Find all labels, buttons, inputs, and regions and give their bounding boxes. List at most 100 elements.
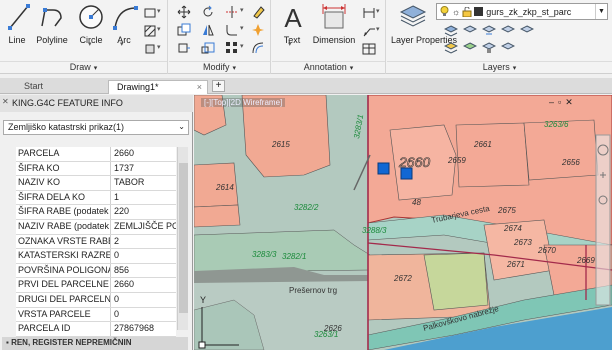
property-row[interactable]: ŠIFRA DELA KO 1 <box>16 190 176 206</box>
property-row[interactable]: KATASTERSKI RAZRED 0 <box>16 249 176 264</box>
properties-scrollbar[interactable] <box>177 147 188 330</box>
layer-merge-icon[interactable] <box>501 41 515 55</box>
make-current-layer-icon[interactable] <box>444 24 458 38</box>
leader-dropdown-icon[interactable]: ▾ <box>376 25 380 33</box>
property-row[interactable]: NAZIV RABE (podatek vZEMLJIŠČE POD <box>16 219 176 235</box>
property-row[interactable]: OZNAKA VRSTE RABE (2 <box>16 234 176 250</box>
leader-icon[interactable] <box>362 24 376 38</box>
property-value[interactable]: 220 <box>111 205 176 219</box>
match-layer-icon[interactable] <box>444 41 458 55</box>
parcel[interactable] <box>241 95 331 178</box>
cadastral-map[interactable]: 2615 2614 2660 2661 2659 2656 2675 2674 … <box>194 95 612 350</box>
offset-icon[interactable] <box>251 41 265 55</box>
parcel[interactable] <box>523 119 599 181</box>
property-value[interactable]: 1737 <box>111 161 176 176</box>
dimension-tool[interactable]: Dimension <box>310 2 358 45</box>
lightbulb-icon[interactable] <box>440 6 449 17</box>
tab-drawing1[interactable]: Drawing1* × <box>108 80 208 94</box>
property-value[interactable]: TABOR <box>111 176 176 190</box>
layer-off-icon[interactable] <box>463 24 477 38</box>
hatch-icon[interactable] <box>143 24 157 38</box>
fillet-icon[interactable] <box>225 23 239 37</box>
property-value[interactable]: 2660 <box>111 278 176 292</box>
property-value[interactable]: 27867968 <box>111 322 176 336</box>
erase-icon[interactable] <box>251 5 265 19</box>
polyline-tool[interactable]: Polyline <box>34 2 70 45</box>
property-value[interactable]: 2 <box>111 234 176 249</box>
region-icon[interactable] <box>143 42 157 56</box>
sun-icon[interactable]: ☼ <box>452 7 460 17</box>
layers-panel-label[interactable]: Layers ▾ <box>387 62 612 72</box>
linear-dimension-icon[interactable] <box>362 6 376 20</box>
layer-dropdown[interactable]: ☼ gurs_zk_zkp_st_parc ▼ <box>436 3 608 20</box>
layer-walk-icon[interactable] <box>501 24 515 38</box>
array-dropdown-icon[interactable]: ▾ <box>240 42 244 50</box>
viewport-window-controls[interactable]: –▫✕ <box>549 97 577 108</box>
property-value[interactable]: 856 <box>111 263 176 278</box>
tab-start[interactable]: Start <box>16 80 51 94</box>
property-row[interactable]: DRUGI DEL PARCELNE 0 <box>16 292 176 308</box>
chevron-down-icon[interactable]: ▼ <box>595 4 607 19</box>
rectangle-dropdown-icon[interactable]: ▾ <box>157 7 161 15</box>
layer-isolate-icon[interactable] <box>463 41 477 55</box>
property-value[interactable]: 2660 <box>111 147 176 161</box>
property-row[interactable]: POVRŠINA POLIGONA 856 <box>16 263 176 279</box>
property-value[interactable]: 1 <box>111 190 176 205</box>
region-dropdown-icon[interactable]: ▾ <box>157 43 161 51</box>
move-icon[interactable] <box>177 5 191 19</box>
text-dropdown-icon[interactable]: ▾ <box>288 40 292 48</box>
trim-dropdown-icon[interactable]: ▾ <box>240 6 244 14</box>
unlock-icon[interactable] <box>462 6 472 17</box>
property-value[interactable]: 0 <box>111 292 176 307</box>
parcel[interactable] <box>455 122 530 188</box>
rotate-icon[interactable] <box>201 5 215 19</box>
explode-icon[interactable] <box>251 23 265 37</box>
table-icon[interactable] <box>362 42 376 56</box>
layer-freeze-icon[interactable] <box>482 24 496 38</box>
line-tool[interactable]: Line <box>4 2 30 45</box>
property-row[interactable]: PARCELA ID 27867968 <box>16 322 176 337</box>
property-row[interactable]: ŠIFRA RABE (podatek v 220 <box>16 205 176 220</box>
rectangle-icon[interactable] <box>143 6 157 20</box>
property-value[interactable]: 0 <box>111 249 176 263</box>
close-icon[interactable]: × <box>197 82 202 92</box>
stretch-icon[interactable] <box>177 41 191 55</box>
hatch-dropdown-icon[interactable]: ▾ <box>157 25 161 33</box>
property-value[interactable]: 0 <box>111 307 176 322</box>
copy-icon[interactable] <box>177 23 191 37</box>
property-row[interactable]: NAZIV KO TABOR <box>16 176 176 191</box>
layer-lock-icon[interactable] <box>482 41 496 55</box>
trim-icon[interactable] <box>225 5 239 19</box>
mirror-icon[interactable] <box>201 23 215 37</box>
text-tool[interactable]: A Text ▾ <box>278 2 306 48</box>
selection-grip[interactable] <box>377 162 390 175</box>
parcel[interactable] <box>194 204 241 228</box>
arc-tool[interactable]: Arc ▾ <box>110 2 138 48</box>
draw-panel-label[interactable]: Draw ▾ <box>0 62 167 72</box>
property-row[interactable]: PARCELA 2660 <box>16 147 176 162</box>
layer-previous-icon[interactable] <box>520 24 534 38</box>
parcel[interactable] <box>423 252 489 311</box>
new-tab-button[interactable]: + <box>212 80 225 92</box>
linear-dimension-dropdown-icon[interactable]: ▾ <box>376 7 380 15</box>
viewport-controls[interactable]: [-][Top][2D Wireframe] <box>201 98 286 107</box>
dataset-dropdown[interactable]: Zemljiško katastrski prikaz(1) ⌄ <box>3 120 189 135</box>
circle-tool[interactable]: Circle ▾ <box>76 2 106 48</box>
modify-panel-label[interactable]: Modify ▾ <box>169 62 270 72</box>
drawing-canvas[interactable]: 2615 2614 2660 2661 2659 2656 2675 2674 … <box>194 95 612 350</box>
navigation-bar[interactable] <box>595 134 611 306</box>
property-value[interactable]: ZEMLJIŠČE POD <box>111 219 176 234</box>
arc-dropdown-icon[interactable]: ▾ <box>120 40 124 48</box>
property-row[interactable]: VRSTA PARCELE 0 <box>16 307 176 323</box>
array-icon[interactable] <box>225 41 239 55</box>
annotation-panel-label[interactable]: Annotation ▾ <box>272 62 385 72</box>
scrollbar-thumb[interactable] <box>179 163 188 313</box>
property-row[interactable]: ŠIFRA KO 1737 <box>16 161 176 177</box>
layer-properties-tool[interactable]: Layer Properties <box>391 2 457 45</box>
close-icon[interactable]: ✕ <box>2 97 9 106</box>
fillet-dropdown-icon[interactable]: ▾ <box>240 24 244 32</box>
section-header[interactable]: ▪ REN, REGISTER NEPREMIČNIN <box>2 337 188 350</box>
property-row[interactable]: PRVI DEL PARCELNE ŠT2660 <box>16 278 176 293</box>
scale-icon[interactable] <box>201 41 215 55</box>
circle-dropdown-icon[interactable]: ▾ <box>88 40 92 48</box>
